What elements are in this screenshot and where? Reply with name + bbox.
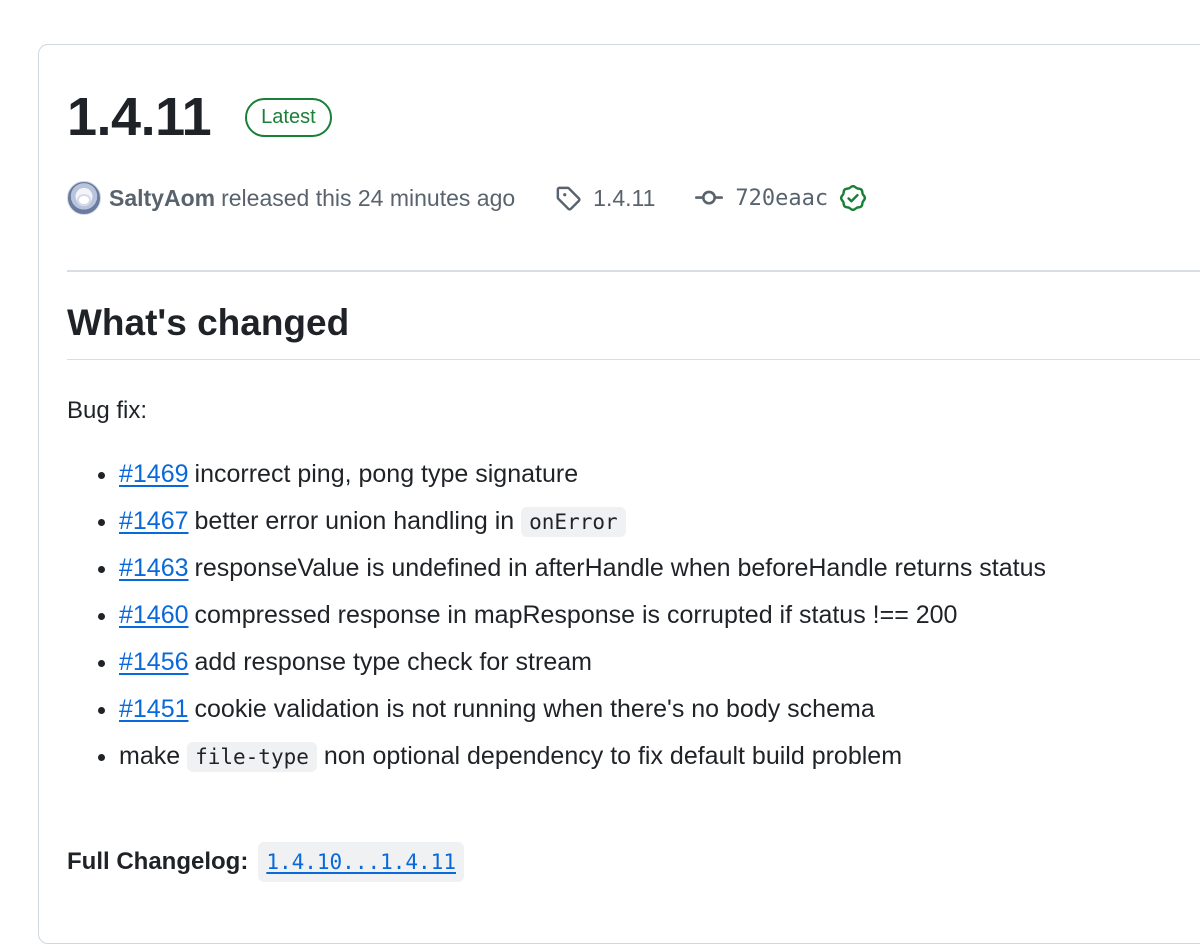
list-item: #1451 cookie validation is not running wh… [67, 692, 1200, 739]
item-text: compressed response in mapResponse is co… [194, 601, 958, 629]
item-text: better error union handling in [194, 507, 522, 535]
issue-link[interactable]: #1451 [119, 695, 189, 723]
issue-link[interactable]: #1469 [119, 460, 189, 488]
item-text: incorrect ping, pong type signature [194, 460, 579, 488]
changelog-label: Full Changelog: [67, 848, 249, 875]
issue-link[interactable]: #1460 [119, 601, 189, 629]
item-text: add response type check for stream [194, 648, 592, 676]
git-commit-icon [695, 190, 724, 205]
item-text-post: non optional dependency to fix default b… [316, 742, 903, 770]
intro-text: Bug fix: [67, 397, 148, 424]
item-text: responseValue is undefined in afterHandl… [194, 554, 1046, 582]
full-changelog: Full Changelog: 1.4.10...1.4.11 [67, 842, 464, 882]
list-item: #1456 add response type check for stream [67, 645, 1200, 692]
changes-list: #1469 incorrect ping, pong type signature… [67, 457, 1200, 786]
tag-label: 1.4.11 [593, 184, 656, 211]
changelog-compare-link[interactable]: 1.4.10...1.4.11 [258, 842, 464, 882]
inline-code: file-type [187, 742, 317, 772]
verified-check-icon[interactable] [840, 185, 878, 211]
list-item: #1463 responseValue is undefined in after… [67, 551, 1200, 598]
released-time: released this 24 minutes ago [221, 184, 516, 211]
header-divider [67, 270, 1200, 272]
tag-link[interactable]: 1.4.11 [555, 185, 655, 212]
latest-badge: Latest [245, 97, 332, 137]
section-heading: What's changed [67, 302, 350, 343]
release-meta: SaltyAom released this 24 minutes ago 1.… [67, 181, 878, 215]
release-card: 1.4.11 Latest SaltyAom released this 24 … [38, 44, 1200, 944]
release-title[interactable]: 1.4.11 [67, 87, 212, 147]
release-header: 1.4.11 Latest [67, 87, 332, 147]
commit-link[interactable]: 720eaac [695, 184, 878, 212]
author-link[interactable]: SaltyAom [109, 185, 215, 212]
list-item: #1469 incorrect ping, pong type signature [67, 457, 1200, 504]
issue-link[interactable]: #1467 [119, 507, 189, 535]
item-text: cookie validation is not running when th… [194, 695, 875, 723]
issue-link[interactable]: #1456 [119, 648, 189, 676]
list-item: make file-type non optional dependency t… [67, 739, 1200, 786]
tag-icon [556, 186, 581, 211]
avatar[interactable] [67, 181, 101, 215]
issue-link[interactable]: #1463 [119, 554, 189, 582]
commit-sha: 720eaac [735, 185, 829, 211]
inline-code: onError [521, 507, 626, 537]
heading-rule [67, 359, 1200, 360]
item-text-pre: make [119, 742, 188, 770]
list-item: #1467 better error union handling in onEr… [67, 504, 1200, 551]
list-item: #1460 compressed response in mapResponse … [67, 598, 1200, 645]
